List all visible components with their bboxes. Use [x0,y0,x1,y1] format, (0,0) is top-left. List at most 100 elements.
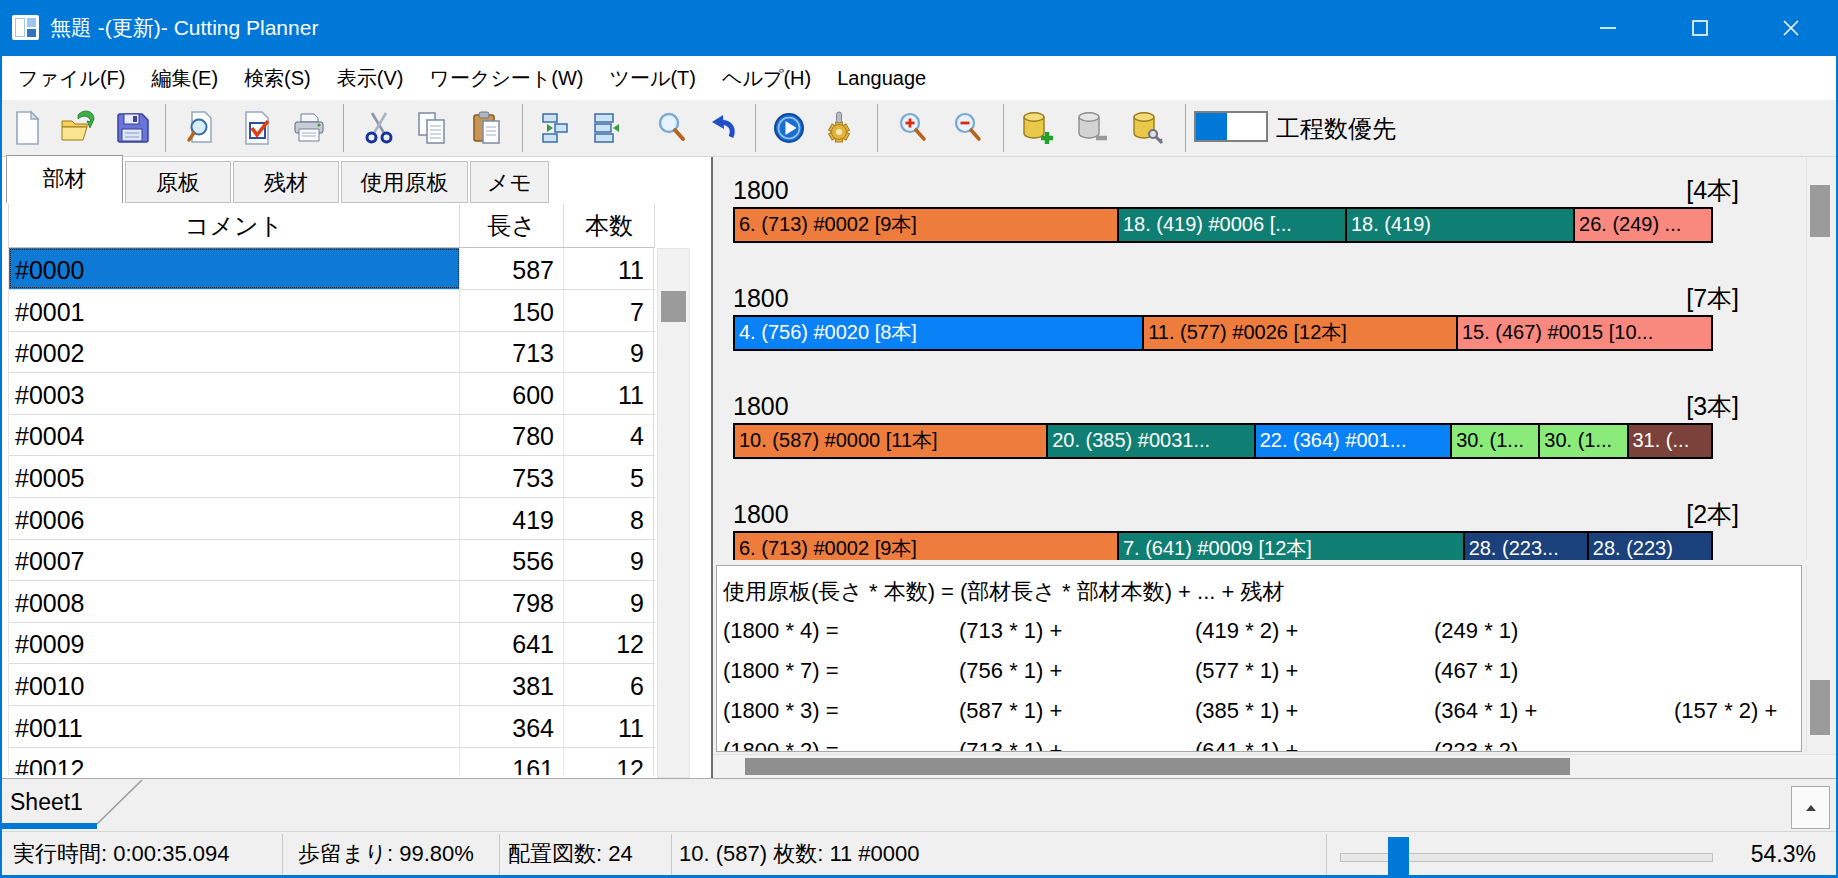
cell-comment[interactable]: #0005 [9,456,460,497]
cell-length[interactable]: 780 [460,414,564,455]
cell-comment[interactable]: #0009 [9,622,460,663]
insert-after-button[interactable] [585,105,633,151]
table-scrollbar[interactable] [657,248,690,778]
tab-残材[interactable]: 残材 [233,161,339,203]
cut-segment[interactable]: 15. (467) #0015 [10... [1456,317,1711,349]
table-row[interactable]: #00011507 [9,290,655,332]
cell-comment[interactable]: #0011 [9,706,460,747]
cell-count[interactable]: 11 [564,706,654,747]
db-remove-button[interactable] [1067,105,1115,151]
cell-length[interactable]: 753 [460,456,564,497]
print-button[interactable] [285,105,333,151]
cell-comment[interactable]: #0001 [9,290,460,331]
cut-segment[interactable]: 31. (... [1627,425,1712,457]
db-add-button[interactable] [1012,105,1060,151]
cut-segment[interactable]: 11. (577) #0026 [12本] [1142,317,1456,349]
cell-comment[interactable]: #0002 [9,331,460,372]
column-header-本数[interactable]: 本数 [564,204,654,247]
menu-item[interactable]: ツール(T) [597,56,709,100]
cell-length[interactable]: 150 [460,290,564,331]
table-row[interactable]: #00075569 [9,539,655,581]
open-file-button[interactable] [53,105,101,151]
cell-length[interactable]: 587 [460,248,564,289]
table-row[interactable]: #000360011 [9,373,655,415]
cell-count[interactable]: 4 [564,414,654,455]
cell-comment[interactable]: #0006 [9,498,460,539]
cell-count[interactable]: 5 [564,456,654,497]
menu-item[interactable]: ワークシート(W) [416,56,596,100]
equation-scrollbar[interactable] [1806,565,1833,752]
menu-item[interactable]: Language [824,56,939,100]
menu-item[interactable]: 編集(E) [138,56,231,100]
cut-segment[interactable]: 18. (419) [1345,209,1573,241]
table-scrollbar-thumb[interactable] [661,291,686,322]
cell-count[interactable]: 8 [564,498,654,539]
find-button[interactable] [648,105,696,151]
cell-length[interactable]: 419 [460,498,564,539]
save-button[interactable] [108,105,156,151]
equation-scrollbar-thumb[interactable] [1810,680,1830,735]
diagram-scrollbar[interactable] [1806,157,1833,560]
cut-segment[interactable]: 28. (223) [1587,533,1711,560]
table-row[interactable]: #001216112 [9,747,655,775]
diagram-h-scrollbar-thumb[interactable] [745,758,1570,775]
table-row[interactable]: #000058711 [9,248,655,290]
copy-button[interactable] [408,105,456,151]
cell-count[interactable]: 6 [564,664,654,705]
maximize-button[interactable] [1654,0,1746,56]
cell-count[interactable]: 11 [564,373,654,414]
menu-item[interactable]: 検索(S) [231,56,324,100]
insert-before-button[interactable] [533,105,581,151]
tab-原板[interactable]: 原板 [125,161,231,203]
settings-button[interactable] [815,105,863,151]
column-header-長さ[interactable]: 長さ [460,204,564,247]
priority-slider[interactable] [1194,111,1268,142]
cut-segment[interactable]: 22. (364) #001... [1254,425,1451,457]
cut-segment[interactable]: 20. (385) #0031... [1046,425,1253,457]
cell-comment[interactable]: #0010 [9,664,460,705]
cut-segment[interactable]: 7. (641) #0009 [12本] [1117,533,1463,560]
new-document-button[interactable] [3,105,51,151]
cut-segment[interactable]: 6. (713) #0002 [9本] [735,533,1117,560]
cell-count[interactable]: 9 [564,331,654,372]
cut-segment[interactable]: 18. (419) #0006 [... [1117,209,1345,241]
minimize-button[interactable] [1562,0,1654,56]
table-row[interactable]: #001136411 [9,706,655,748]
print-preview-button[interactable] [177,105,225,151]
table-row[interactable]: #00027139 [9,331,655,373]
cell-count[interactable]: 9 [564,539,654,580]
cell-comment[interactable]: #0000 [9,248,460,289]
menu-item[interactable]: ヘルプ(H) [709,56,824,100]
cell-comment[interactable]: #0003 [9,373,460,414]
table-row[interactable]: #000964112 [9,622,655,664]
menu-item[interactable]: ファイル(F) [5,56,138,100]
column-header-コメント[interactable]: コメント [9,204,460,247]
cut-segment[interactable]: 26. (249) ... [1573,209,1711,241]
cut-button[interactable] [355,105,403,151]
table-row[interactable]: #00103816 [9,664,655,706]
tab-使用原板[interactable]: 使用原板 [341,161,468,203]
status-progress-thumb[interactable] [1388,837,1409,875]
cell-length[interactable]: 798 [460,581,564,622]
zoom-out-button[interactable] [945,105,993,151]
cell-count[interactable]: 11 [564,248,654,289]
cell-comment[interactable]: #0004 [9,414,460,455]
cell-length[interactable]: 600 [460,373,564,414]
cut-segment[interactable]: 4. (756) #0020 [8本] [735,317,1142,349]
cell-comment[interactable]: #0007 [9,539,460,580]
cell-length[interactable]: 161 [460,747,564,775]
cell-count[interactable]: 9 [564,581,654,622]
cut-segment[interactable]: 28. (223... [1463,533,1587,560]
cell-count[interactable]: 7 [564,290,654,331]
cell-count[interactable]: 12 [564,622,654,663]
cell-comment[interactable]: #0008 [9,581,460,622]
close-button[interactable] [1746,0,1836,56]
table-row[interactable]: #00057535 [9,456,655,498]
menu-item[interactable]: 表示(V) [324,56,417,100]
table-row[interactable]: #00064198 [9,498,655,540]
cell-comment[interactable]: #0012 [9,747,460,775]
print-check-button[interactable] [233,105,281,151]
paste-button[interactable] [463,105,511,151]
run-button[interactable] [765,105,813,151]
zoom-in-button[interactable] [890,105,938,151]
